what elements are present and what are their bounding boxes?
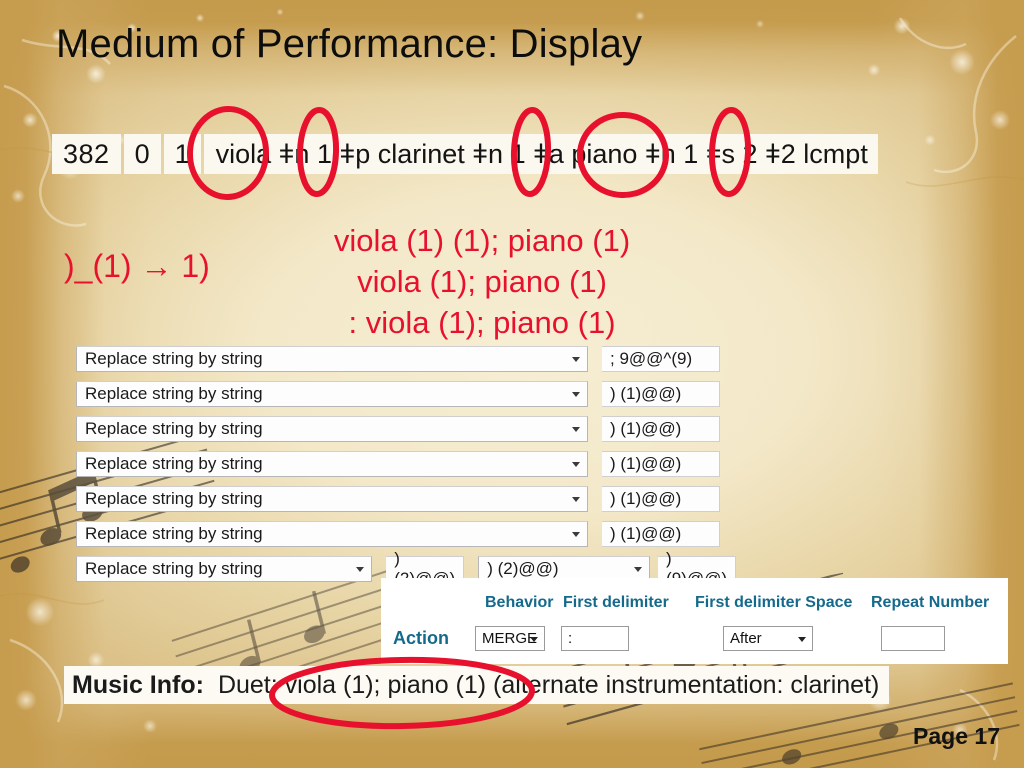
rule-row: Replace string by string ; 9@@^(9) — [76, 344, 736, 374]
rule-row: Replace string by string ) (1)@@) — [76, 449, 736, 479]
rule-action-select[interactable]: Replace string by string — [76, 381, 588, 407]
repeat-number-input[interactable] — [881, 626, 945, 651]
chevron-down-icon — [798, 636, 806, 642]
marc-tag-cell: 382 — [52, 134, 121, 174]
first-delimiter-space-select[interactable]: After — [723, 626, 813, 651]
annotation-arrow-note: )_(1) → 1) — [64, 248, 210, 284]
chevron-down-icon — [572, 357, 580, 362]
rule-row: Replace string by string ) (1)@@) — [76, 484, 736, 514]
chevron-down-icon — [356, 567, 365, 572]
action-row-label: Action — [393, 628, 449, 648]
rule-action-select[interactable]: Replace string by string — [76, 486, 588, 512]
header-first-delimiter-space: First delimiter Space — [695, 594, 853, 611]
rule-row: Replace string by string ) (1)@@) — [76, 519, 736, 549]
header-repeat-number: Repeat Number — [871, 594, 990, 611]
rule-value-field[interactable]: ) (1)@@) — [602, 451, 720, 477]
chevron-down-icon — [634, 567, 643, 572]
music-info-value: Duet: viola (1); piano (1) (alternate in… — [217, 670, 880, 699]
rule-value-field[interactable]: ) (1)@@) — [602, 521, 720, 547]
header-first-delimiter: First delimiter — [563, 594, 669, 611]
marc-indicator2-cell: 1 — [163, 134, 201, 174]
rule-action-select[interactable]: Replace string by string — [76, 416, 588, 442]
behavior-value: MERGE — [482, 630, 538, 647]
annotation-line-2: viola (1); piano (1) — [357, 264, 607, 299]
rule-action-label: Replace string by string — [85, 489, 263, 508]
annotation-transform-lines: viola (1) (1); piano (1) viola (1); pian… — [312, 220, 652, 343]
rule-row: Replace string by string ) (1)@@) — [76, 379, 736, 409]
music-info-label: Music Info: — [72, 670, 204, 699]
rule-action-label: Replace string by string — [85, 419, 263, 438]
header-behavior: Behavior — [485, 594, 554, 611]
rule-value-field[interactable]: ) (1)@@) — [602, 486, 720, 512]
page-title: Medium of Performance: Display — [56, 22, 643, 66]
replace-rules-list: Replace string by string ; 9@@^(9) Repla… — [76, 344, 736, 589]
annotation-line-1: viola (1) (1); piano (1) — [333, 223, 631, 258]
rule-action-select[interactable]: Replace string by string — [76, 521, 588, 547]
action-behavior-panel: Behavior First delimiter First delimiter… — [381, 578, 1008, 664]
chevron-down-icon — [572, 462, 580, 467]
chevron-down-icon — [572, 532, 580, 537]
rule-action-select[interactable]: Replace string by string — [76, 451, 588, 477]
annotation-line-3: : viola (1); piano (1) — [348, 305, 616, 340]
rule-extra-label: ) (2)@@) — [487, 559, 559, 578]
music-info-bar: Music Info: Duet: viola (1); piano (1) (… — [64, 666, 890, 704]
chevron-down-icon — [530, 636, 538, 642]
rule-action-label: Replace string by string — [85, 559, 263, 578]
marc-indicator1-cell: 0 — [123, 134, 161, 174]
rule-value-field[interactable]: ) (1)@@) — [602, 416, 720, 442]
rule-action-label: Replace string by string — [85, 524, 263, 543]
rule-row: Replace string by string ) (1)@@) — [76, 414, 736, 444]
rule-action-select[interactable]: Replace string by string — [76, 556, 373, 582]
rule-action-select[interactable]: Replace string by string — [76, 346, 588, 372]
page-number: Page 17 — [913, 723, 1000, 749]
rule-action-label: Replace string by string — [85, 349, 263, 368]
marc-data-cell: viola ǂn 1 ǂp clarinet ǂn 1 ǂa piano ǂn … — [203, 134, 878, 174]
behavior-select[interactable]: MERGE — [475, 626, 545, 651]
rule-action-label: Replace string by string — [85, 454, 263, 473]
marc-record-row: 382 0 1 viola ǂn 1 ǂp clarinet ǂn 1 ǂa p… — [52, 134, 878, 174]
first-delimiter-space-value: After — [730, 630, 762, 647]
chevron-down-icon — [572, 392, 580, 397]
chevron-down-icon — [572, 427, 580, 432]
rule-value-field[interactable]: ; 9@@^(9) — [602, 346, 720, 372]
slide-canvas: Medium of Performance: Display 382 0 1 v… — [0, 0, 1024, 768]
rule-action-label: Replace string by string — [85, 384, 263, 403]
chevron-down-icon — [572, 497, 580, 502]
first-delimiter-input[interactable]: : — [561, 626, 629, 651]
rule-value-field[interactable]: ) (1)@@) — [602, 381, 720, 407]
